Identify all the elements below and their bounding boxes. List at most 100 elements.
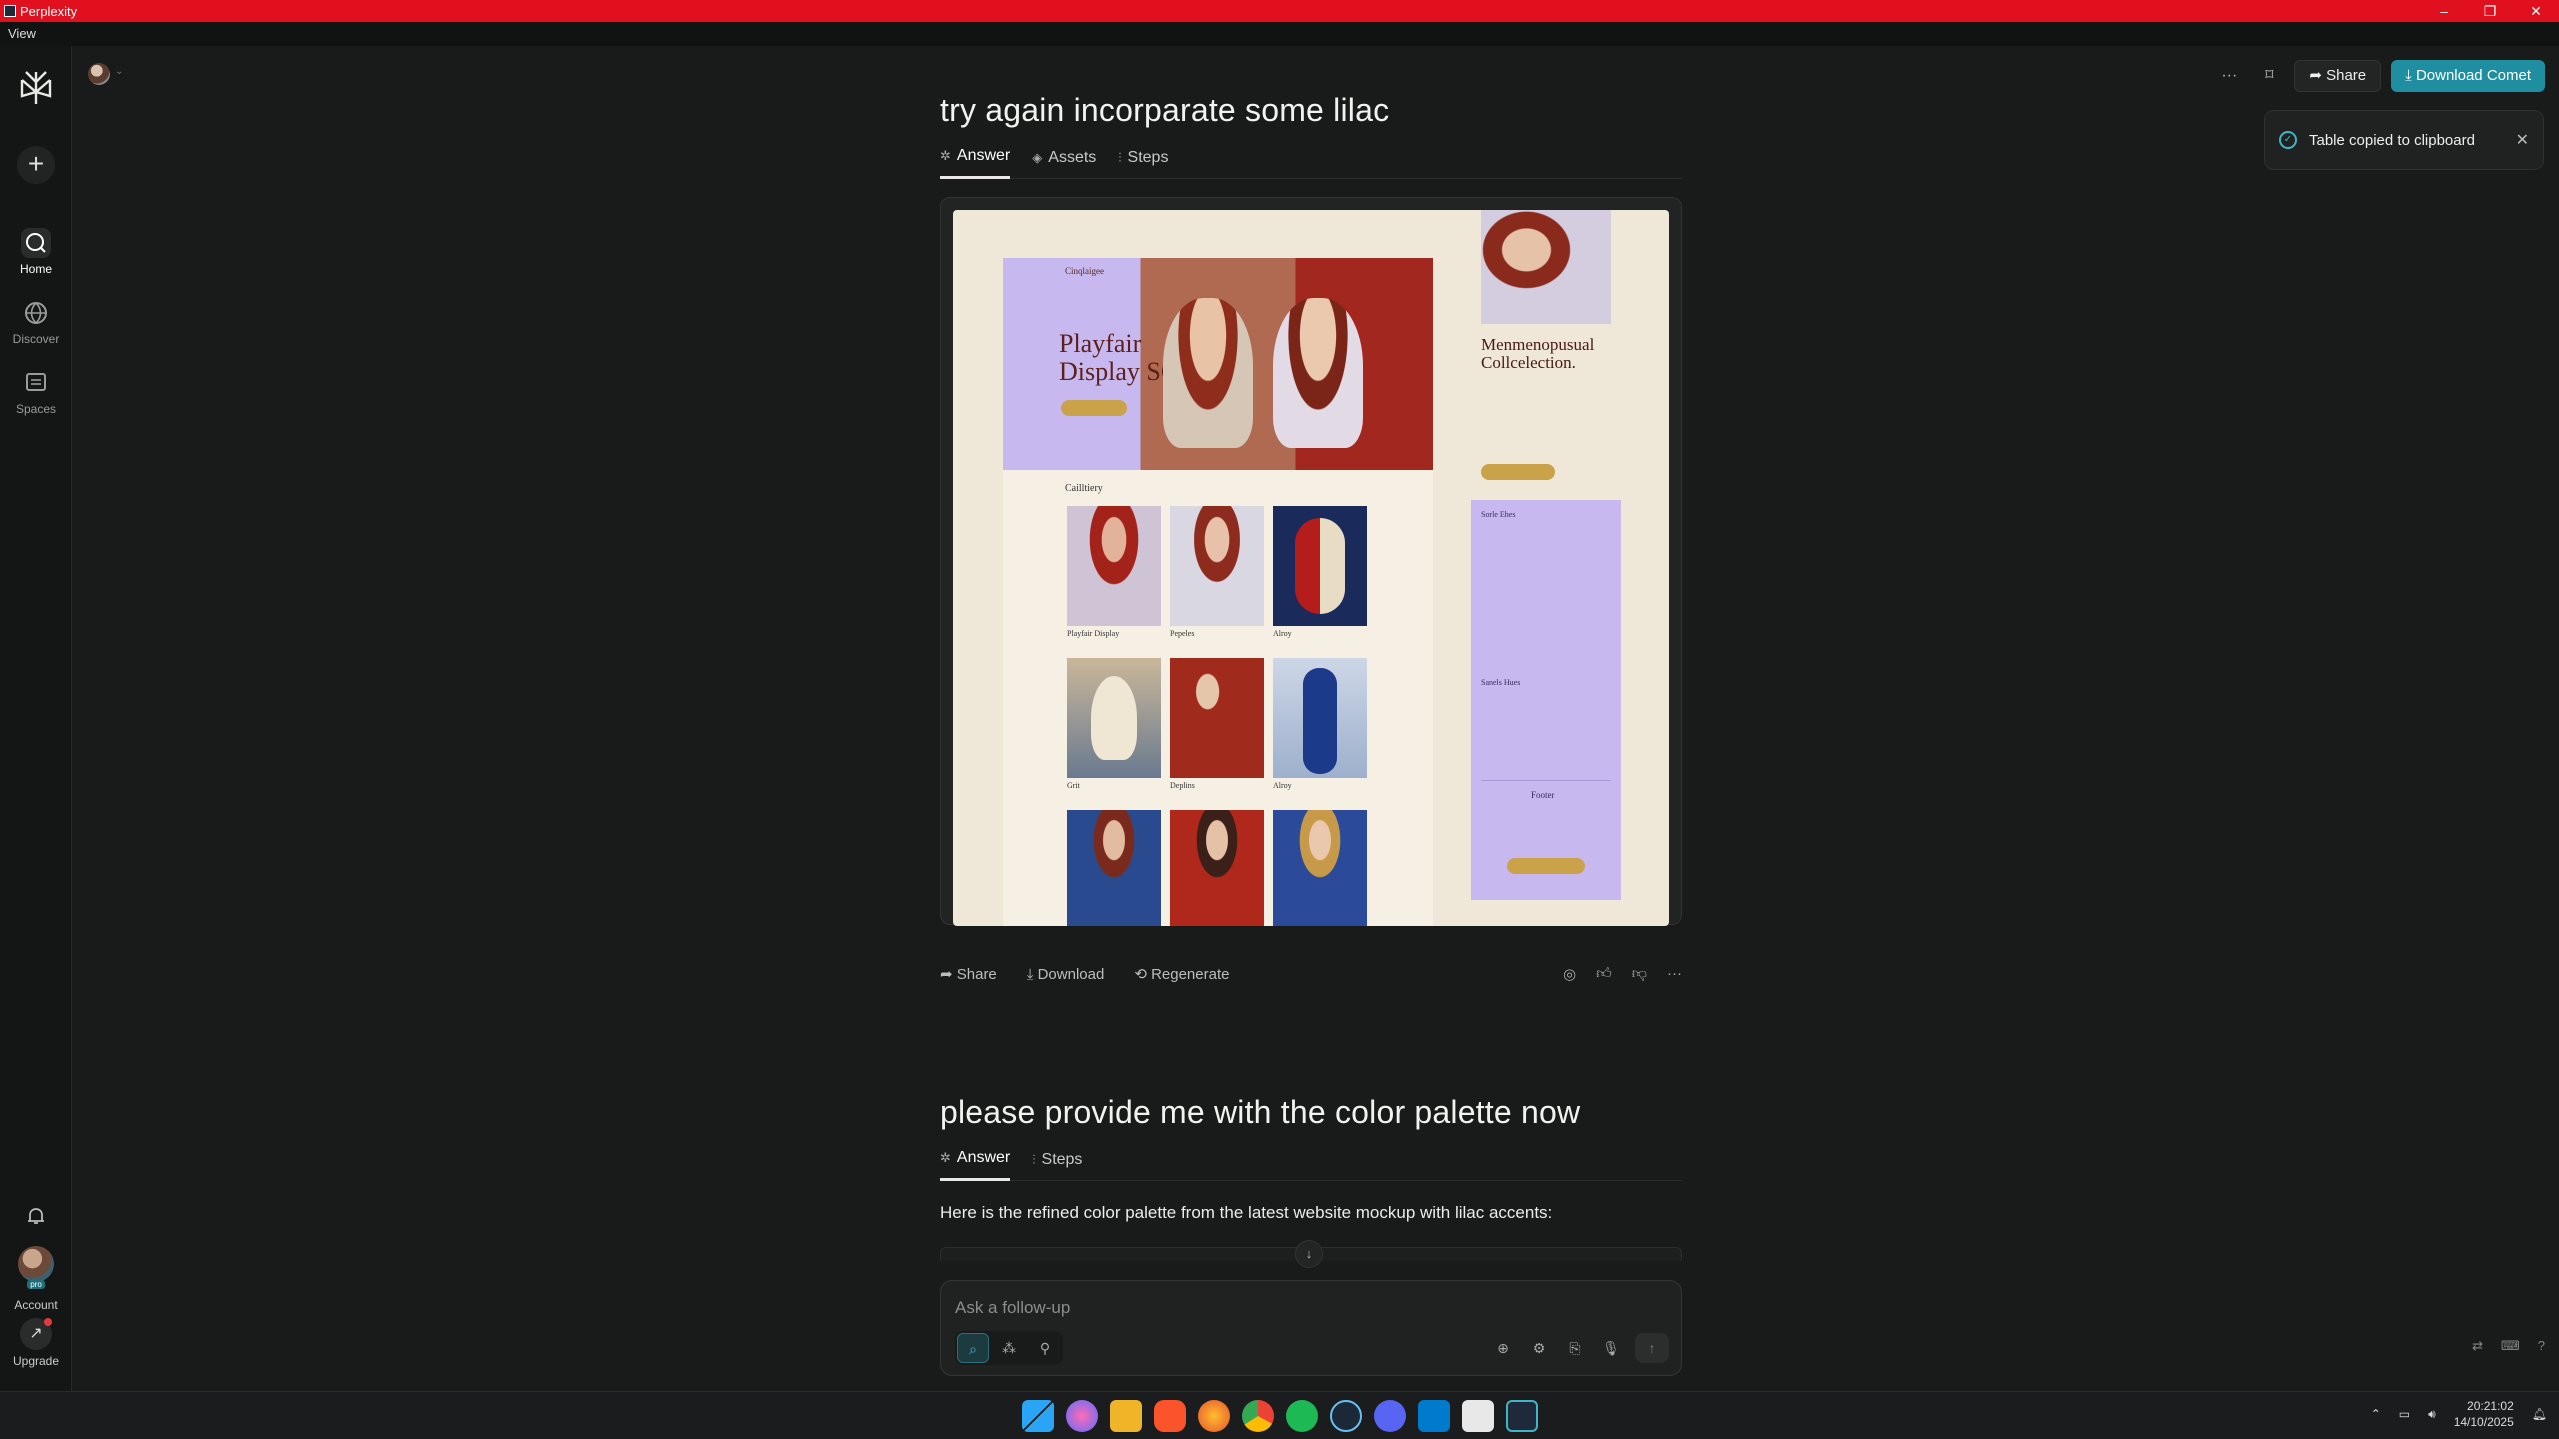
search-mode-icon[interactable]: ⌕ [957, 1333, 989, 1363]
sidebar-item-home[interactable]: Home [0, 228, 72, 276]
panel-divider [1481, 780, 1611, 781]
tab-steps[interactable]: ⫶ Steps [1118, 137, 1168, 179]
sidebar-item-label: Home [19, 262, 52, 276]
brave-icon[interactable] [1154, 1400, 1186, 1432]
research-mode-icon[interactable]: ⁂ [993, 1333, 1025, 1363]
perplexity-logo-icon[interactable] [16, 68, 56, 108]
perplexity-app-icon [4, 5, 16, 17]
tab-label: Assets [1048, 148, 1097, 166]
microphone-icon[interactable]: 🎙︎ [1599, 1336, 1623, 1360]
labs-mode-icon[interactable]: ⚲ [1029, 1333, 1061, 1363]
bookmark-button[interactable]: ⌑ [2254, 61, 2284, 91]
clock[interactable]: 20:21:02 14/10/2025 [2454, 1398, 2514, 1430]
thread-entry-2: please provide me with the color palette… [940, 1094, 1682, 1261]
vscode-icon[interactable] [1418, 1400, 1450, 1432]
mockup-gallery-label: Cailltiery [1065, 483, 1103, 494]
network-icon[interactable]: ▭ [2399, 1407, 2410, 1421]
minimize-button[interactable]: – [2421, 3, 2467, 20]
help-icon[interactable]: ? [2538, 1338, 2545, 1354]
chevron-up-icon[interactable]: ⌃ [2371, 1407, 2381, 1421]
perplexity-taskbar-icon[interactable] [1506, 1400, 1538, 1432]
upgrade-button[interactable]: ↗ Upgrade [0, 1318, 72, 1368]
profile-avatar[interactable] [88, 63, 110, 85]
chevron-down-icon[interactable]: ⌄ [115, 66, 123, 77]
globe-icon[interactable]: ⊕ [1491, 1336, 1515, 1360]
start-icon[interactable] [1022, 1400, 1054, 1432]
tab-label: Steps [1127, 148, 1169, 166]
thumbs-up-icon[interactable]: 👍︎ [1596, 965, 1612, 983]
more-actions-icon[interactable]: ··· [1667, 965, 1682, 983]
spaces-icon [26, 373, 46, 391]
mockup-logo: Cinqlaigee [1065, 266, 1104, 276]
close-window-button[interactable]: ✕ [2513, 3, 2559, 20]
notification-dot [44, 1318, 52, 1326]
tab-label: Answer [956, 147, 1011, 164]
answer-icon: ✲ [940, 148, 951, 163]
gallery-tile [1273, 506, 1367, 626]
globe-icon [25, 302, 47, 325]
account-label: Account [14, 1298, 58, 1312]
keyboard-icon[interactable]: ⌨ [2501, 1338, 2520, 1354]
answer-tabs: ✲ Answer ◈ Assets ⫶ Steps [940, 137, 1682, 179]
share-icon: ➦ [940, 966, 957, 983]
bell-icon[interactable] [24, 1204, 48, 1228]
maximize-button[interactable]: ❐ [2467, 3, 2513, 20]
account-button[interactable]: pro Account [0, 1246, 72, 1312]
download-button[interactable]: ⤓ Download [1027, 966, 1105, 983]
window-titlebar: Perplexity – ❐ ✕ [0, 0, 2559, 22]
sidebar-item-discover[interactable]: Discover [0, 298, 72, 346]
answer-tabs: ✲ Answer ⫶ Steps [940, 1139, 1682, 1181]
tab-assets[interactable]: ◈ Assets [1032, 137, 1096, 179]
mockup-side-button [1481, 464, 1555, 480]
mockup-hero-button [1061, 400, 1127, 416]
scroll-down-button[interactable]: ↓ [1295, 1240, 1323, 1268]
follow-up-input[interactable] [955, 1295, 1555, 1321]
home-icon [21, 228, 51, 258]
header-actions: ··· ⌑ ➦ Share ⤓ Download Comet [2214, 60, 2545, 92]
mockup-page: Cinqlaigee Playfair Display SC Cailltier… [1003, 258, 1433, 926]
volume-icon[interactable]: 🔊︎ [2428, 1407, 2436, 1422]
notifications-icon[interactable]: 🔔︎ [2532, 1407, 2547, 1421]
assets-icon: ◈ [1032, 149, 1043, 165]
panel-footer-label: Footer [1531, 790, 1555, 800]
file-explorer-icon[interactable] [1110, 1400, 1142, 1432]
panel-footer-button [1507, 858, 1585, 874]
firefox-icon[interactable] [1198, 1400, 1230, 1432]
gallery-tile [1067, 810, 1161, 926]
submit-button[interactable]: ↑ [1635, 1333, 1669, 1363]
generated-mockup-image[interactable]: Cinqlaigee Playfair Display SC Cailltier… [953, 210, 1669, 926]
sources-icon[interactable]: ◎ [1563, 965, 1576, 983]
mockup-side-portrait [1481, 210, 1611, 324]
tab-answer[interactable]: ✲ Answer [940, 1139, 1011, 1181]
generated-image-frame[interactable]: Cinqlaigee Playfair Display SC Cailltier… [940, 197, 1682, 926]
sidebar-item-spaces[interactable]: Spaces [0, 368, 72, 416]
chrome-icon[interactable] [1242, 1400, 1274, 1432]
notepad-icon[interactable] [1462, 1400, 1494, 1432]
query-title: please provide me with the color palette… [940, 1094, 1581, 1130]
menu-view[interactable]: View [8, 26, 36, 41]
tab-steps[interactable]: ⫶ Steps [1032, 1139, 1082, 1181]
model-icon[interactable]: ⚙ [1527, 1336, 1551, 1360]
more-options-button[interactable]: ··· [2214, 61, 2244, 91]
download-icon: ⤓ [1026, 965, 1038, 983]
feedback-actions: ◎ 👍︎ 👎︎ ··· [1563, 965, 1682, 983]
discord-icon[interactable] [1374, 1400, 1406, 1432]
translate-icon[interactable]: ⇄ [2472, 1338, 2483, 1354]
attach-icon[interactable]: ⎘ [1563, 1336, 1587, 1360]
thumbs-down-icon[interactable]: 👎︎ [1632, 965, 1647, 983]
tab-label: Steps [1041, 1150, 1083, 1168]
close-toast-button[interactable]: ✕ [2516, 130, 2529, 150]
share-thread-button[interactable]: ➦ Share [2294, 60, 2382, 92]
thread-entry-1: try again incorparate some lilac ✲ Answer… [940, 92, 1682, 983]
steps-icon: ⫶ [1118, 149, 1122, 165]
mockup-portrait-left [1163, 298, 1253, 448]
new-thread-button[interactable]: + [17, 146, 55, 184]
share-answer-button[interactable]: ➦ Share [940, 965, 997, 983]
follow-up-composer: ⌕ ⁂ ⚲ ⊕ ⚙ ⎘ 🎙︎ ↑ [940, 1280, 1682, 1376]
spotify-icon[interactable] [1286, 1400, 1318, 1432]
steam-icon[interactable] [1330, 1400, 1362, 1432]
regenerate-button[interactable]: ⟲ Regenerate [1134, 965, 1229, 983]
copilot-icon[interactable] [1066, 1400, 1098, 1432]
download-comet-button[interactable]: ⤓ Download Comet [2391, 60, 2545, 92]
tab-answer[interactable]: ✲ Answer [940, 137, 1011, 179]
